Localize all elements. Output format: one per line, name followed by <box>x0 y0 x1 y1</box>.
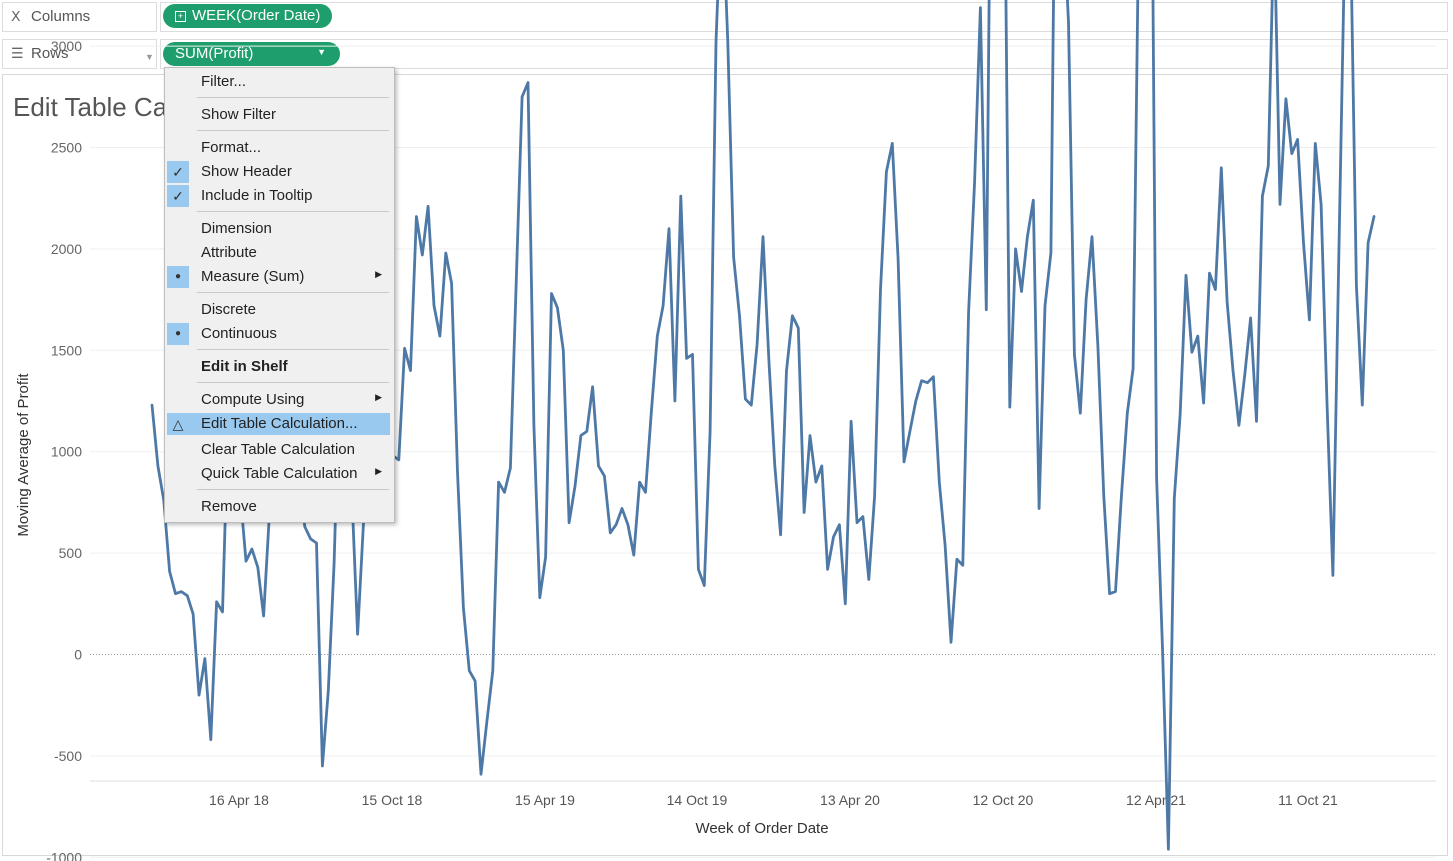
menu-item-remove[interactable]: Remove <box>167 496 390 518</box>
submenu-arrow-icon: ▶ <box>375 466 382 476</box>
menu-separator <box>197 211 389 212</box>
menu-item-label: Filter... <box>201 73 247 90</box>
menu-item-show-header[interactable]: ✓ Show Header <box>167 161 390 183</box>
checkmark-icon: ✓ <box>167 185 189 207</box>
x-axis-title: Week of Order Date <box>695 820 828 837</box>
menu-item-quick-table-calculation[interactable]: Quick Table Calculation ▶ <box>167 463 390 485</box>
submenu-arrow-icon: ▶ <box>375 392 382 402</box>
menu-item-label: Format... <box>201 139 262 156</box>
x-tick-label: 16 Apr 18 <box>209 792 269 808</box>
menu-separator <box>197 489 389 490</box>
menu-item-dimension[interactable]: Dimension <box>167 218 390 240</box>
pill-context-menu: Filter... Show Filter Format... ✓ Show Heade… <box>164 67 395 523</box>
menu-item-compute-using[interactable]: Compute Using ▶ <box>167 389 390 411</box>
y-tick-label: 3000 <box>51 38 82 54</box>
submenu-arrow-icon: ▶ <box>375 269 382 279</box>
y-axis-title: Moving Average of Profit <box>15 373 32 537</box>
y-tick-label: 2500 <box>51 140 82 156</box>
menu-item-include-in-tooltip[interactable]: ✓ Include in Tooltip <box>167 185 390 207</box>
menu-item-measure-sum[interactable]: ● Measure (Sum) ▶ <box>167 266 390 288</box>
menu-separator <box>197 349 389 350</box>
y-tick-label: 1500 <box>51 342 82 358</box>
menu-separator <box>197 292 389 293</box>
menu-separator <box>197 382 389 383</box>
y-tick-label: 500 <box>59 545 83 561</box>
y-tick-label: 0 <box>74 647 82 663</box>
y-tick-label: -500 <box>54 748 82 764</box>
menu-item-edit-in-shelf[interactable]: Edit in Shelf <box>167 356 390 378</box>
menu-item-discrete[interactable]: Discrete <box>167 299 390 321</box>
x-tick-label: 15 Apr 19 <box>515 792 575 808</box>
x-tick-label: 12 Apr 21 <box>1126 792 1186 808</box>
y-tick-label: 1000 <box>51 444 82 460</box>
checkmark-icon: ✓ <box>167 161 189 183</box>
y-tick-label: 2000 <box>51 241 82 257</box>
menu-item-show-filter[interactable]: Show Filter <box>167 104 390 126</box>
menu-item-label: Clear Table Calculation <box>201 441 355 458</box>
menu-item-label: Attribute <box>201 244 257 261</box>
menu-item-continuous[interactable]: ● Continuous <box>167 323 390 345</box>
radio-dot-icon: ● <box>167 323 189 345</box>
menu-item-label: Remove <box>201 498 257 515</box>
menu-item-label: Compute Using <box>201 391 305 408</box>
menu-item-label: Include in Tooltip <box>201 187 313 204</box>
menu-item-label: Show Filter <box>201 106 277 123</box>
x-tick-label: 14 Oct 19 <box>667 792 728 808</box>
menu-item-label: Dimension <box>201 220 272 237</box>
menu-separator <box>197 97 389 98</box>
x-tick-label: 15 Oct 18 <box>362 792 423 808</box>
menu-item-attribute[interactable]: Attribute <box>167 242 390 264</box>
y-tick-label: -1000 <box>46 849 82 861</box>
menu-item-label: Edit in Shelf <box>201 358 288 375</box>
menu-item-label: Show Header <box>201 163 292 180</box>
menu-item-format[interactable]: Format... <box>167 137 390 159</box>
x-tick-label: 11 Oct 21 <box>1278 792 1338 808</box>
x-tick-label: 13 Apr 20 <box>820 792 880 808</box>
menu-item-clear-table-calculation[interactable]: Clear Table Calculation <box>167 439 390 461</box>
delta-icon: △ <box>172 416 184 432</box>
x-tick-label: 12 Oct 20 <box>973 792 1034 808</box>
menu-item-label: Measure (Sum) <box>201 268 305 285</box>
menu-item-label: Quick Table Calculation <box>201 465 358 482</box>
menu-item-edit-table-calculation[interactable]: △ Edit Table Calculation... <box>167 413 390 435</box>
menu-item-label: Continuous <box>201 325 277 342</box>
radio-dot-icon: ● <box>167 266 189 288</box>
menu-item-label: Edit Table Calculation... <box>201 415 358 432</box>
menu-separator <box>197 130 389 131</box>
menu-item-filter[interactable]: Filter... <box>167 71 390 93</box>
menu-item-label: Discrete <box>201 301 257 318</box>
